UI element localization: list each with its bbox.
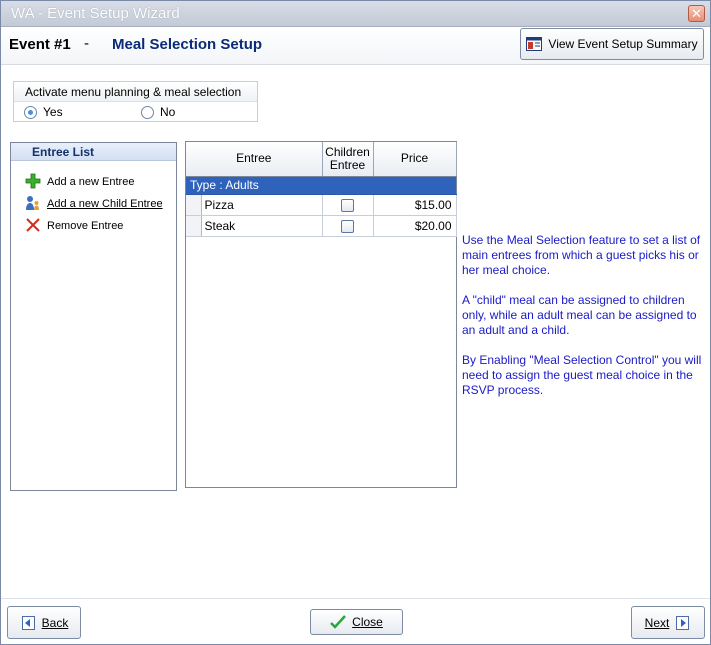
group-row-adults[interactable]: Type : Adults (186, 176, 457, 195)
header-separator: - (84, 35, 89, 52)
row-selector[interactable] (186, 215, 202, 237)
window-close-button[interactable]: ✕ (688, 5, 705, 22)
remove-entree-action[interactable]: Remove Entree (24, 217, 123, 234)
column-header-price[interactable]: Price (373, 142, 457, 177)
view-summary-button[interactable]: View Event Setup Summary (520, 28, 704, 60)
entree-table: Entree Children Entree Price Type : Adul… (186, 142, 457, 237)
remove-entree-label: Remove Entree (47, 219, 124, 232)
table-row[interactable]: Pizza $15.00 (186, 194, 457, 216)
radio-no[interactable]: No (141, 105, 175, 119)
add-entree-label: Add a new Entree (47, 175, 135, 188)
entree-cell[interactable]: Steak (201, 215, 323, 237)
info-paragraph-1: Use the Meal Selection feature to set a … (462, 233, 701, 277)
window-title: WA - Event Setup Wizard (11, 5, 180, 22)
event-number: Event #1 (9, 36, 71, 53)
activate-meal-title: Activate menu planning & meal selection (14, 82, 257, 102)
close-label: Close (352, 615, 383, 629)
close-button[interactable]: Close (310, 609, 403, 635)
close-icon: ✕ (691, 6, 702, 21)
children-cell[interactable] (322, 215, 374, 237)
entree-grid[interactable]: Entree Children Entree Price Type : Adul… (185, 141, 457, 488)
group-label: Type : Adults (186, 176, 457, 195)
children-checkbox[interactable] (341, 198, 355, 212)
price-cell[interactable]: $20.00 (373, 215, 457, 237)
column-header-children[interactable]: Children Entree (322, 142, 374, 177)
summary-window-icon (526, 37, 543, 51)
info-paragraph-2: A "child" meal can be assigned to childr… (462, 293, 697, 337)
add-entree-action[interactable]: Add a new Entree (24, 173, 134, 190)
price-cell[interactable]: $15.00 (373, 194, 457, 216)
next-label: Next (644, 615, 670, 630)
wizard-window: WA - Event Setup Wizard ✕ Event #1 - Mea… (0, 0, 711, 645)
radio-yes-label: Yes (43, 105, 63, 119)
add-child-entree-label: Add a new Child Entree (47, 197, 163, 210)
plus-icon (24, 173, 41, 190)
back-button[interactable]: Back (7, 606, 81, 639)
back-arrow-icon (21, 615, 35, 630)
checkmark-icon (330, 615, 347, 629)
view-summary-label: View Event Setup Summary (548, 37, 698, 51)
info-paragraph-3: By Enabling "Meal Selection Control" you… (462, 353, 702, 397)
next-button[interactable]: Next (631, 606, 705, 639)
row-selector[interactable] (186, 194, 202, 216)
remove-x-icon (24, 217, 41, 234)
add-child-entree-action[interactable]: Add a new Child Entree (24, 195, 163, 212)
entree-list-title: Entree List (11, 143, 176, 161)
children-checkbox[interactable] (341, 219, 355, 233)
children-cell[interactable] (322, 194, 374, 216)
radio-no-label: No (160, 105, 176, 119)
table-row[interactable]: Steak $20.00 (186, 215, 457, 237)
footer-divider (1, 598, 710, 599)
activate-meal-group: Activate menu planning & meal selection … (13, 81, 258, 122)
page-title: Meal Selection Setup (112, 36, 263, 53)
entree-list-panel: Entree List Add a new Entree Add a new C… (10, 142, 177, 491)
entree-cell[interactable]: Pizza (201, 194, 323, 216)
back-label: Back (41, 615, 69, 630)
child-user-icon (24, 195, 41, 212)
next-arrow-icon (676, 615, 690, 630)
radio-no-indicator[interactable] (141, 105, 154, 119)
title-bar: WA - Event Setup Wizard ✕ (1, 1, 710, 27)
column-header-entree[interactable]: Entree (186, 142, 323, 177)
radio-yes-indicator[interactable] (24, 105, 37, 119)
radio-yes[interactable]: Yes (24, 105, 63, 119)
